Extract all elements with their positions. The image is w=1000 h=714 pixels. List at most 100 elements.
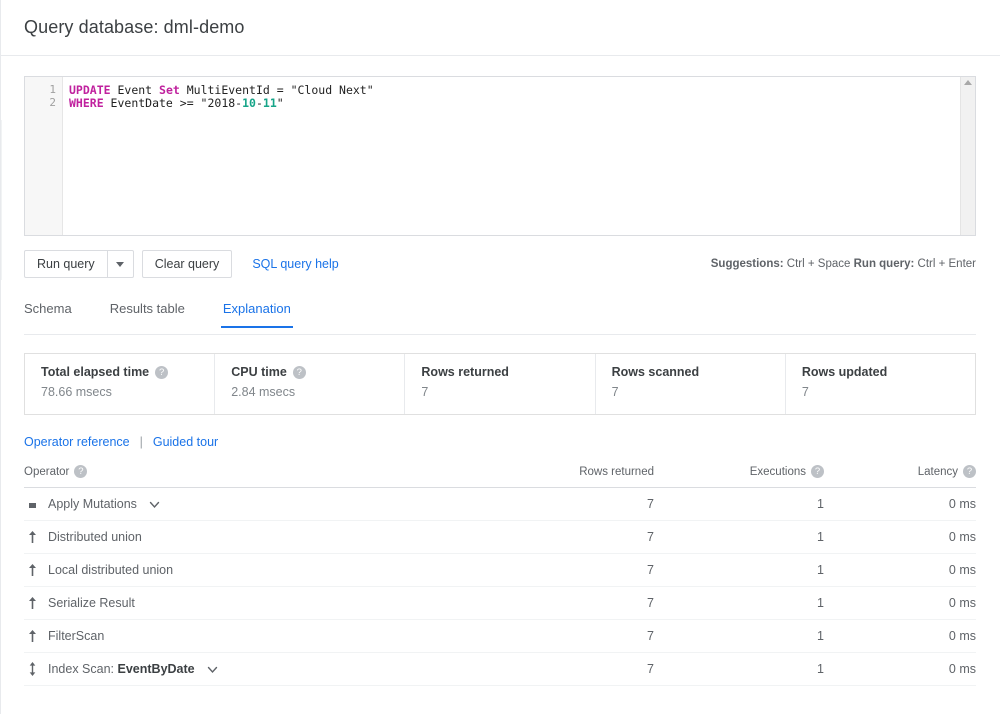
column-header-inner: Rows returned: [494, 466, 654, 478]
column-header-executions: Executions?: [654, 465, 824, 488]
sql-number: 11: [262, 95, 277, 110]
help-icon[interactable]: ?: [963, 465, 976, 478]
operator-table-body: Apply Mutations 7 1 0 ms Distributed union 7 1…: [24, 487, 976, 686]
column-header-inner: Latency?: [824, 465, 976, 478]
link-separator: |: [139, 435, 143, 449]
column-header-label: Rows returned: [579, 466, 654, 478]
stat-label-row: CPU time?: [231, 365, 404, 379]
operator-cell: Distributed union: [24, 520, 494, 554]
square-icon-glyph: [29, 502, 36, 508]
guided-tour-link[interactable]: Guided tour: [153, 435, 218, 449]
operator-cell: Serialize Result: [24, 586, 494, 620]
column-header-inner: Operator?: [24, 465, 494, 478]
stat-label-row: Rows returned: [421, 365, 594, 379]
help-icon[interactable]: ?: [292, 365, 306, 379]
help-icon[interactable]: ?: [811, 465, 824, 478]
run-query-button[interactable]: Run query: [24, 250, 108, 278]
stat-label: Rows returned: [421, 365, 509, 379]
stat-label-row: Rows scanned: [612, 365, 785, 379]
rows-returned-cell: 7: [494, 586, 654, 620]
stat-total-elapsed-time: Total elapsed time? 78.66 msecs: [25, 354, 216, 414]
operator-table-header-row: Operator? Rows returned Executions? Latency…: [24, 465, 976, 488]
table-row[interactable]: FilterScan 7 1 0 ms: [24, 619, 976, 653]
keyboard-shortcuts-hint: Suggestions: Ctrl + Space Run query: Ctr…: [711, 258, 976, 270]
stat-value: 7: [801, 385, 809, 399]
column-header-inner: Executions?: [654, 465, 824, 478]
editor-line-number-gutter: 12: [25, 77, 63, 235]
latency-cell: 0 ms: [824, 553, 976, 587]
executions-cell: 1: [654, 487, 824, 521]
operator-table: Operator? Rows returned Executions? Latency…: [24, 465, 976, 686]
triangle-up-icon[interactable]: [964, 80, 972, 85]
operator-cell-content: Index Scan: EventByDate: [24, 661, 494, 677]
operator-label-target: EventByDate: [117, 662, 195, 676]
sql-query-help-link[interactable]: SQL query help: [252, 257, 338, 271]
tab-schema[interactable]: Schema: [24, 301, 72, 327]
rows-returned-cell: 7: [494, 553, 654, 587]
run-query-dropdown-button[interactable]: [107, 250, 134, 278]
sql-keyword: WHERE: [69, 95, 104, 110]
arrow-up-down-icon-glyph: [29, 662, 36, 676]
stat-cpu-time: CPU time? 2.84 msecs: [215, 354, 406, 414]
arrow-up-down-icon: [26, 661, 39, 677]
arrow-up-icon: [26, 595, 39, 611]
editor-line-number: 2: [49, 95, 56, 109]
table-row[interactable]: Serialize Result 7 1 0 ms: [24, 586, 976, 620]
editor-code-area[interactable]: UPDATE Event Set MultiEventId = "Cloud N…: [63, 77, 975, 235]
left-edge-divider-soft: [1, 120, 2, 280]
operator-cell: FilterScan: [24, 619, 494, 653]
stat-label: Total elapsed time: [41, 365, 150, 379]
executions-cell: 1: [654, 652, 824, 686]
operator-cell-content: Local distributed union: [24, 562, 494, 578]
left-edge-divider: [0, 0, 1, 714]
latency-cell: 0 ms: [824, 652, 976, 686]
executions-cell: 1: [654, 520, 824, 554]
tab-results-table[interactable]: Results table: [110, 301, 185, 327]
tab-explanation[interactable]: Explanation: [220, 301, 293, 328]
column-header-rows-returned: Rows returned: [494, 465, 654, 488]
page-header: Query database: dml-demo: [0, 0, 1000, 56]
operator-label: Distributed union: [48, 530, 142, 544]
sql-text: EventDate >= "2018-: [103, 95, 243, 110]
table-row[interactable]: Index Scan: EventByDate 7 1 0 ms: [24, 652, 976, 686]
chevron-down-icon[interactable]: [148, 498, 161, 511]
help-icon[interactable]: ?: [155, 365, 169, 379]
operator-label: Local distributed union: [48, 563, 174, 577]
operator-cell: Index Scan: EventByDate: [24, 652, 494, 686]
stat-label: CPU time: [231, 365, 287, 379]
table-row[interactable]: Local distributed union 7 1 0 ms: [24, 553, 976, 587]
operator-cell-content: FilterScan: [24, 628, 494, 644]
sql-text: ": [276, 95, 284, 110]
sql-text: -: [255, 95, 263, 110]
operator-reference-link[interactable]: Operator reference: [24, 435, 130, 449]
stat-value: 7: [421, 385, 429, 399]
result-tabs: Schema Results table Explanation: [24, 301, 976, 335]
sql-editor[interactable]: 12 UPDATE Event Set MultiEventId = "Clou…: [24, 76, 976, 236]
chevron-down-icon[interactable]: [206, 663, 219, 676]
executions-cell: 1: [654, 586, 824, 620]
arrow-up-icon-glyph: [29, 630, 36, 642]
operator-label: FilterScan: [48, 629, 105, 643]
operator-label: Apply Mutations: [48, 497, 137, 511]
table-row[interactable]: Distributed union 7 1 0 ms: [24, 520, 976, 554]
arrow-up-icon: [26, 529, 39, 545]
stat-value: 78.66 msecs: [41, 385, 112, 399]
operator-cell-content: Distributed union: [24, 529, 494, 545]
operator-label: Serialize Result: [48, 596, 135, 610]
run-shortcut-keys: Ctrl + Enter: [917, 258, 976, 270]
executions-cell: 1: [654, 553, 824, 587]
table-row[interactable]: Apply Mutations 7 1 0 ms: [24, 487, 976, 521]
latency-cell: 0 ms: [824, 619, 976, 653]
clear-query-button[interactable]: Clear query: [141, 250, 233, 278]
column-header-label: Latency: [917, 465, 958, 478]
query-actions-toolbar: Run query Clear query SQL query help Sug…: [24, 249, 976, 279]
arrow-up-icon-glyph: [29, 531, 36, 543]
help-icon[interactable]: ?: [74, 465, 88, 478]
page-title: Query database: dml-demo: [24, 17, 245, 37]
rows-returned-cell: 7: [494, 520, 654, 554]
stat-value: 7: [611, 385, 619, 399]
arrow-up-icon: [26, 562, 39, 578]
arrow-up-icon: [26, 628, 39, 644]
query-stats-card: Total elapsed time? 78.66 msecs CPU time? 2…: [24, 353, 976, 415]
editor-vertical-scrollbar[interactable]: [960, 77, 975, 235]
